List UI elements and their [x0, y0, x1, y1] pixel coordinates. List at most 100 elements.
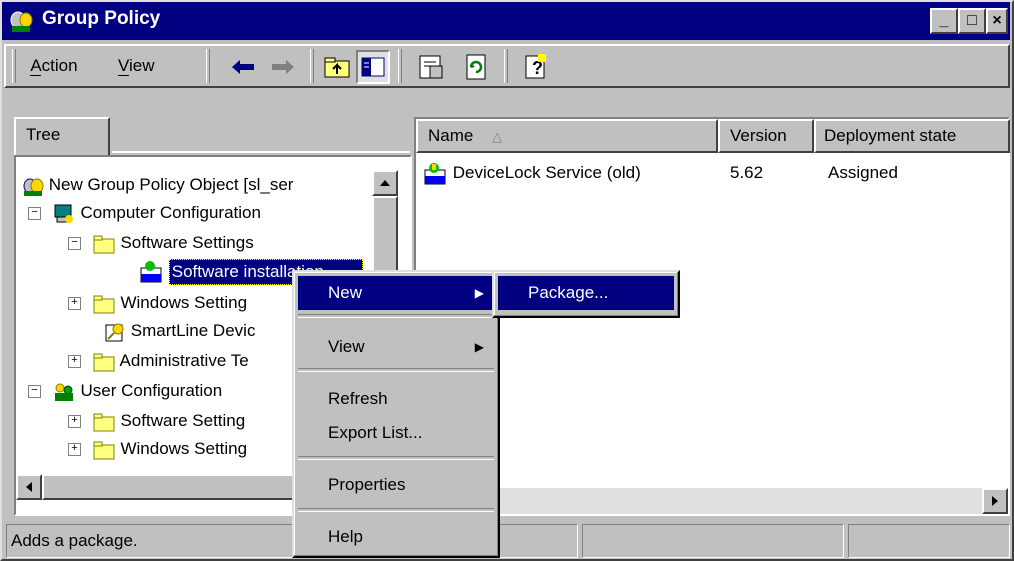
menu-item-package[interactable]: Package...	[498, 276, 674, 310]
action-menu-label: Action	[30, 56, 78, 75]
tree-item-user-config[interactable]: − User Configuration	[28, 378, 222, 404]
column-header-version[interactable]: Version	[718, 119, 814, 153]
row-deployment-state: Assigned	[828, 163, 898, 182]
menu-item-label: Refresh	[328, 389, 388, 408]
tree-item-windows-settings[interactable]: + Windows Setting	[68, 290, 247, 316]
tab-tree[interactable]: Tree	[14, 117, 110, 155]
status-panel-3	[848, 524, 1010, 558]
menu-item-help[interactable]: Help	[298, 520, 494, 554]
gpo-icon	[23, 178, 44, 196]
tab-tree-label: Tree	[26, 125, 61, 144]
table-row[interactable]: DeviceLock Service (old)	[422, 160, 641, 186]
tree-item-label: Windows Setting	[120, 439, 248, 458]
show-tree-button[interactable]	[356, 50, 390, 84]
menu-item-view[interactable]: View ▶	[298, 330, 494, 364]
tree-item-label: Software Settings	[120, 233, 254, 252]
group-policy-icon	[10, 11, 33, 32]
menu-item-refresh[interactable]: Refresh	[298, 382, 494, 416]
maximize-button[interactable]: □	[958, 8, 986, 34]
column-header-name[interactable]: Name △	[416, 119, 718, 153]
close-button[interactable]: ×	[986, 8, 1008, 34]
key-document-icon	[105, 323, 124, 342]
back-icon[interactable]	[228, 52, 258, 82]
menu-separator	[298, 508, 494, 512]
list-horizontal-scrollbar[interactable]	[416, 488, 1008, 514]
tree-item-computer-config[interactable]: − Computer Configuration	[28, 200, 261, 226]
folder-icon	[93, 353, 115, 372]
toolbar-separator	[310, 49, 314, 83]
column-header-label: Deployment state	[824, 126, 957, 145]
menu-item-label: View	[328, 337, 365, 356]
menu-item-label: Help	[328, 527, 363, 546]
submenu-arrow-icon: ▶	[474, 286, 484, 300]
submenu-new: Package...	[492, 270, 680, 318]
toolbar-separator	[398, 49, 402, 83]
refresh-icon[interactable]	[462, 52, 492, 82]
row-version: 5.62	[730, 163, 764, 182]
tree-item-smartline[interactable]: SmartLine Devic	[102, 318, 255, 344]
expand-icon[interactable]: +	[68, 355, 81, 369]
menu-item-new[interactable]: New ▶	[298, 276, 494, 310]
help-icon[interactable]: ?	[522, 52, 552, 82]
tree-item-admin-templates[interactable]: + Administrative Te	[68, 348, 249, 374]
properties-icon[interactable]	[416, 52, 446, 82]
submenu-arrow-icon: ▶	[474, 340, 484, 354]
window-title: Group Policy	[42, 8, 161, 29]
arrow-right-icon	[992, 496, 998, 506]
tree-item-user-software-settings[interactable]: + Software Setting	[68, 408, 245, 434]
tree-item-software-settings[interactable]: − Software Settings	[68, 230, 254, 256]
collapse-icon[interactable]: −	[68, 237, 81, 251]
package-icon	[424, 162, 446, 185]
scroll-left-button[interactable]	[16, 474, 42, 500]
menu-separator	[298, 456, 494, 460]
collapse-icon[interactable]: −	[28, 385, 41, 399]
context-menu: New ▶ View ▶ Refresh Export List... Prop…	[292, 270, 500, 558]
action-mnemonic	[30, 75, 41, 76]
menu-item-properties[interactable]: Properties	[298, 468, 494, 502]
close-icon: ×	[992, 12, 1002, 29]
tree-item-label: Windows Setting	[120, 293, 248, 312]
menu-item-label: Package...	[528, 283, 609, 302]
computer-icon	[54, 204, 73, 223]
up-folder-icon[interactable]	[322, 52, 352, 82]
view-mnemonic	[118, 75, 129, 76]
tab-strip	[112, 117, 410, 153]
toolbar-separator	[504, 49, 508, 83]
minimize-icon: _	[939, 12, 949, 29]
menu-separator	[298, 368, 494, 372]
tree-item-root[interactable]: New Group Policy Object [sl_ser	[22, 172, 293, 198]
column-header-label: Name	[428, 126, 474, 145]
status-text: Adds a package.	[11, 531, 138, 550]
action-menu[interactable]: AAction	[30, 56, 78, 76]
view-menu-label: View	[118, 56, 155, 75]
tree-item-label: SmartLine Devic	[130, 321, 256, 340]
tree-item-user-windows-settings[interactable]: + Windows Setting	[68, 436, 247, 462]
tree-item-label: Administrative Te	[119, 351, 249, 370]
tree-item-label: Computer Configuration	[80, 203, 261, 222]
menu-item-label: New	[328, 283, 363, 302]
show-tree-icon	[361, 57, 385, 77]
menu-item-export-list[interactable]: Export List...	[298, 416, 494, 450]
h-scroll-thumb[interactable]	[42, 474, 302, 500]
forward-icon[interactable]	[268, 52, 298, 82]
scroll-right-button[interactable]	[982, 488, 1008, 514]
column-header-deployment-state[interactable]: Deployment state	[814, 119, 1010, 153]
maximize-icon: □	[967, 12, 977, 29]
tree-item-label: New Group Policy Object [sl_ser	[48, 175, 294, 194]
arrow-up-icon	[380, 180, 390, 186]
collapse-icon[interactable]: −	[28, 207, 41, 221]
tree-item-label: Software Setting	[120, 411, 246, 430]
tree-item-label: User Configuration	[80, 381, 223, 400]
users-icon	[54, 383, 73, 401]
status-panel-2	[582, 524, 844, 558]
expand-icon[interactable]: +	[68, 297, 81, 311]
view-menu[interactable]: View	[118, 56, 155, 76]
expand-icon[interactable]: +	[68, 443, 81, 457]
toolbar-separator	[206, 49, 210, 83]
expand-icon[interactable]: +	[68, 415, 81, 429]
software-installation-icon	[140, 260, 162, 283]
toolbar-grip[interactable]	[12, 49, 16, 83]
scroll-up-button[interactable]	[372, 170, 398, 196]
folder-icon	[93, 441, 115, 460]
minimize-button[interactable]: _	[930, 8, 958, 34]
